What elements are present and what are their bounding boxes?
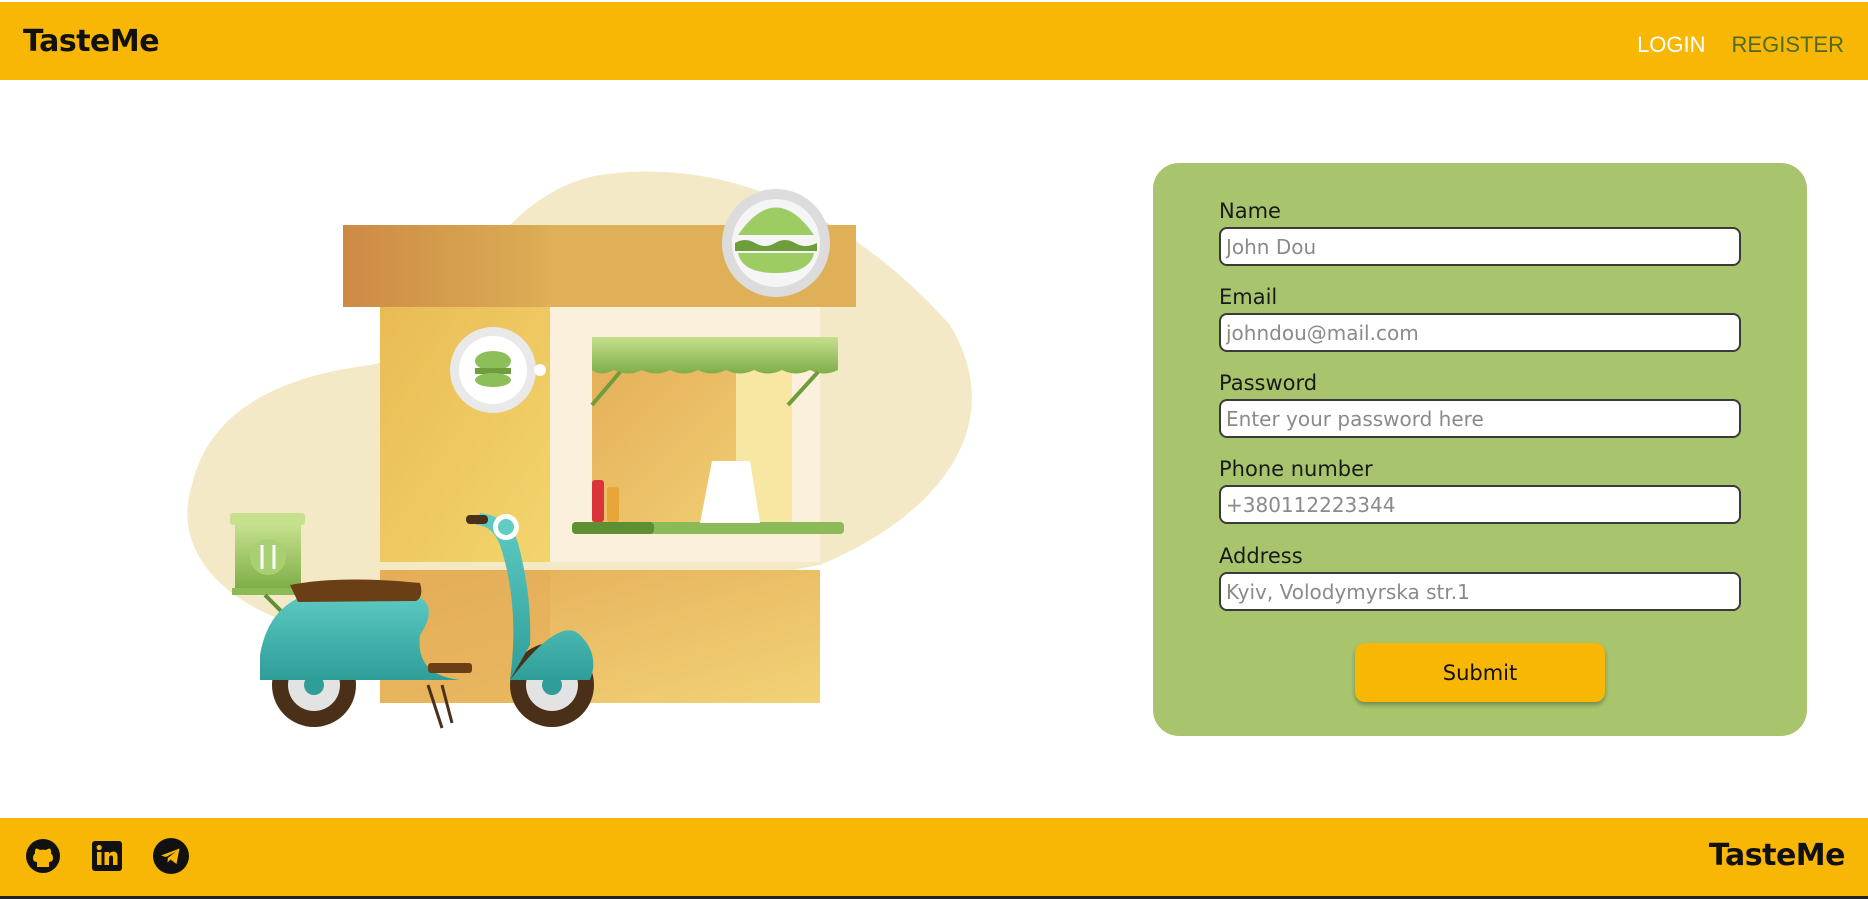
food-truck-scooter-illustration — [180, 165, 980, 740]
registration-form: Name Email Password Phone number Address… — [1153, 163, 1807, 736]
email-label: Email — [1219, 285, 1278, 309]
footer-logo[interactable]: TasteMe — [1709, 838, 1846, 873]
password-input[interactable] — [1219, 399, 1741, 438]
name-input[interactable] — [1219, 227, 1741, 266]
phone-field-group: Phone number — [1219, 456, 1741, 524]
phone-label: Phone number — [1219, 457, 1373, 481]
address-input[interactable] — [1219, 572, 1741, 611]
header: TasteMe LOGIN REGISTER — [0, 0, 1868, 80]
name-label: Name — [1219, 199, 1281, 223]
address-field-group: Address — [1219, 543, 1741, 611]
register-link[interactable]: REGISTER — [1732, 32, 1844, 58]
email-field-group: Email — [1219, 284, 1741, 352]
submit-button[interactable]: Submit — [1355, 643, 1605, 702]
telegram-icon[interactable] — [152, 837, 190, 875]
linkedin-icon[interactable] — [88, 837, 126, 875]
github-icon[interactable] — [24, 837, 62, 875]
password-field-group: Password — [1219, 370, 1741, 438]
social-links — [24, 837, 190, 875]
footer: TasteMe — [0, 818, 1868, 899]
login-link[interactable]: LOGIN — [1637, 32, 1705, 58]
email-input[interactable] — [1219, 313, 1741, 352]
name-field-group: Name — [1219, 198, 1741, 266]
nav: LOGIN REGISTER — [1637, 32, 1844, 58]
password-label: Password — [1219, 371, 1318, 395]
address-label: Address — [1219, 544, 1303, 568]
phone-input[interactable] — [1219, 485, 1741, 524]
logo[interactable]: TasteMe — [23, 24, 160, 59]
